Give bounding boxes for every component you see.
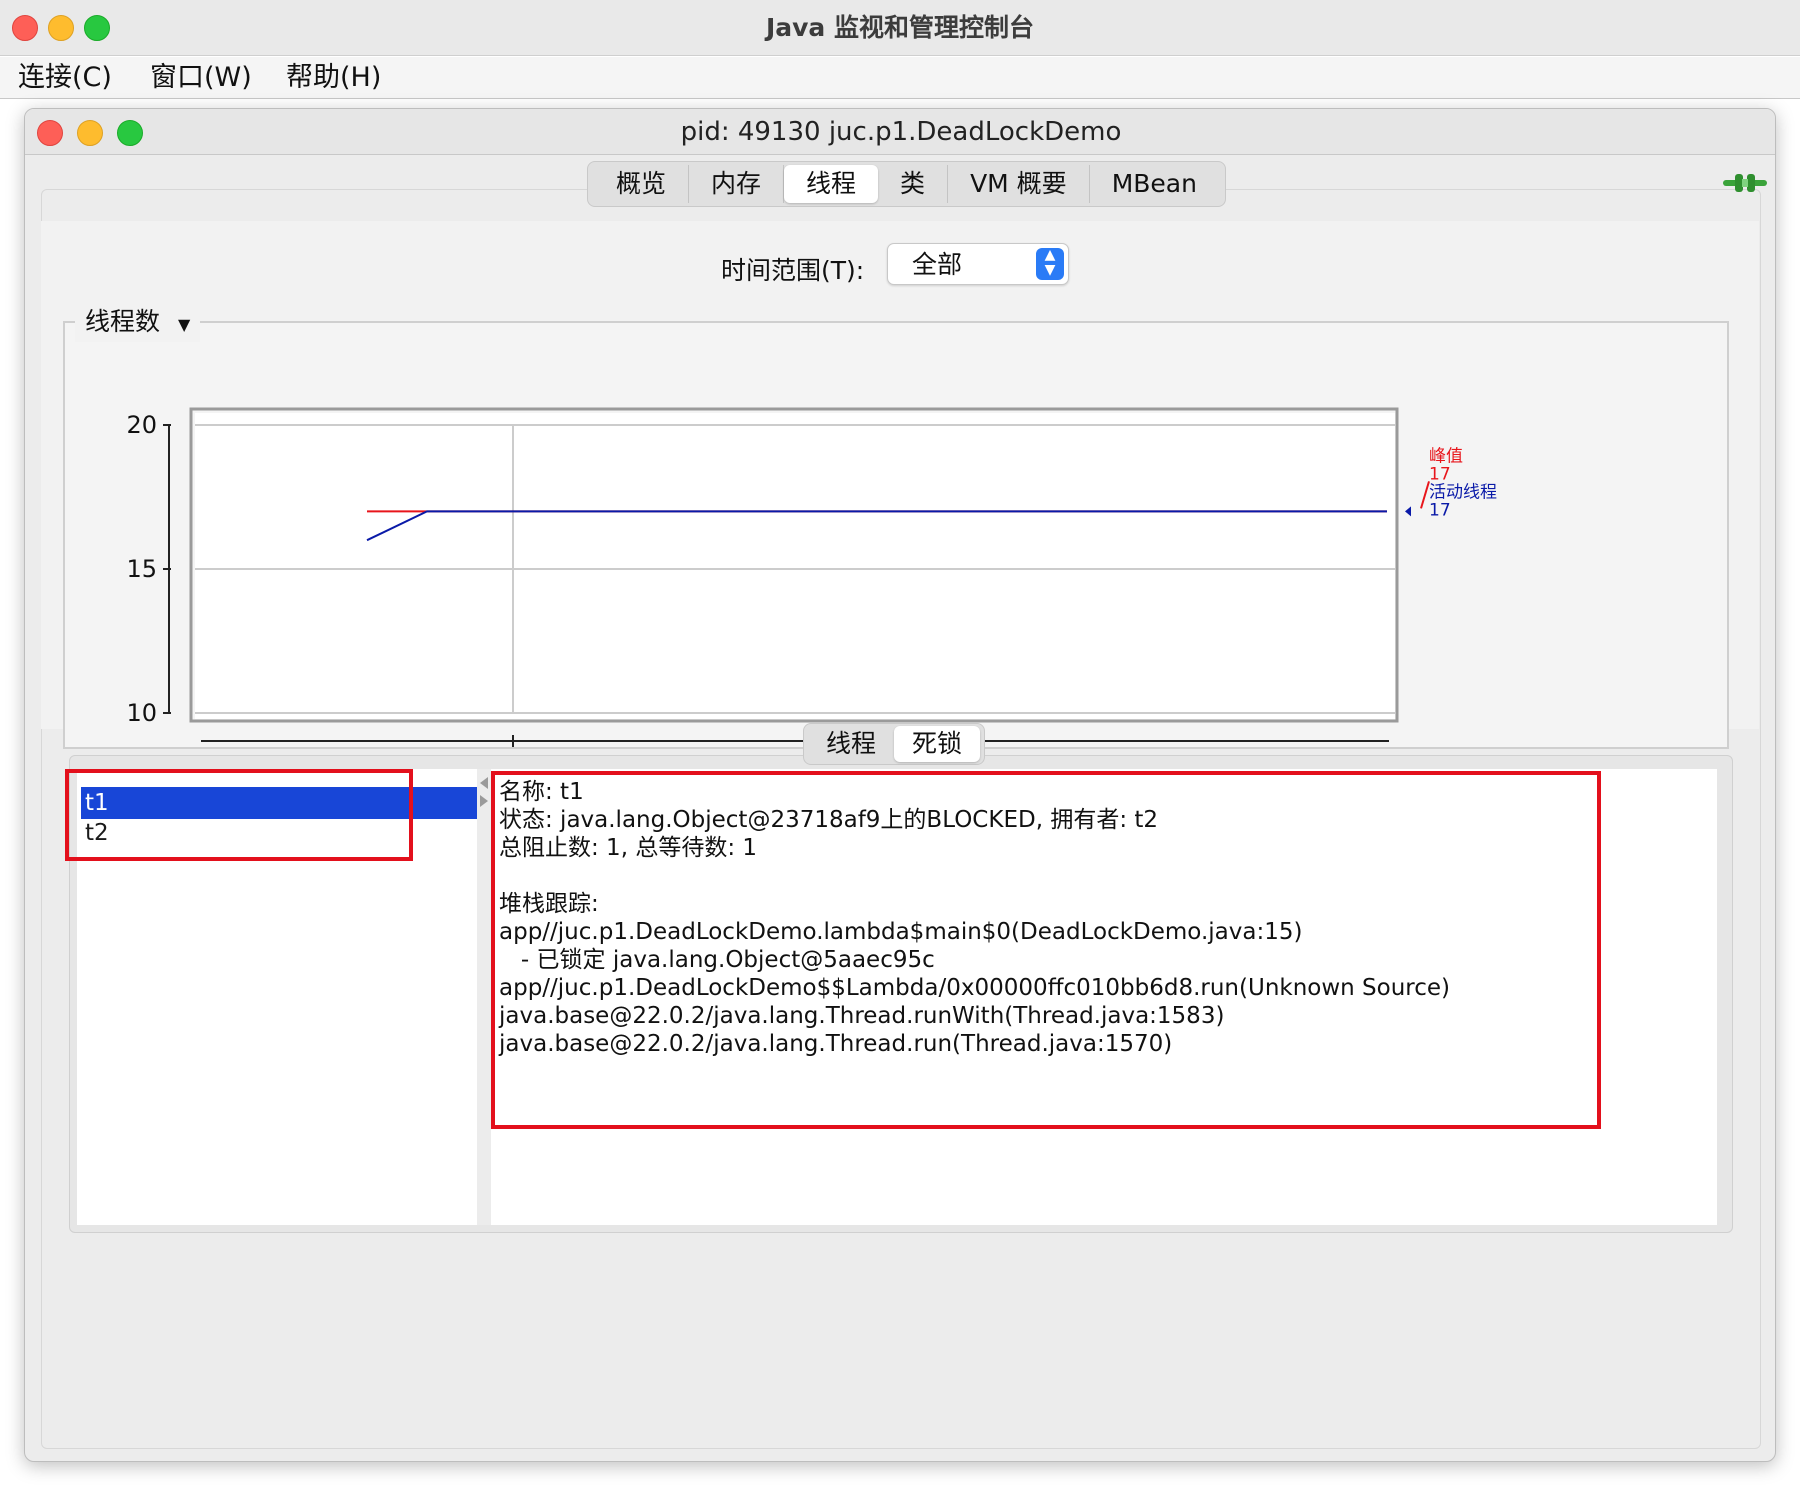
menu-window[interactable]: 窗口(W) bbox=[150, 57, 252, 99]
time-range-label: 时间范围(T): bbox=[721, 256, 865, 285]
split-pane-divider[interactable] bbox=[477, 769, 491, 1225]
y-tick-label: 10 bbox=[126, 699, 157, 727]
tab-overview[interactable]: 概览 bbox=[594, 165, 690, 203]
legend-connector bbox=[1420, 481, 1430, 509]
thread-detail-highlight bbox=[491, 771, 1601, 1129]
frame-title: pid: 49130 juc.p1.DeadLockDemo bbox=[680, 117, 1122, 147]
select-arrows-icon: ▲ ▼ bbox=[1036, 248, 1064, 280]
tab-thread-list[interactable]: 线程 bbox=[808, 726, 894, 762]
thread-count-chart: 20151015:33峰值17活动线程17 bbox=[126, 407, 1497, 747]
tab-classes[interactable]: 类 bbox=[878, 165, 949, 203]
tab-deadlock[interactable]: 死锁 bbox=[894, 726, 981, 762]
internal-frame: pid: 49130 juc.p1.DeadLockDemo 概览 内存 线程 … bbox=[24, 108, 1776, 1462]
tab-mbean[interactable]: MBean bbox=[1090, 165, 1219, 203]
y-tick-label: 15 bbox=[126, 555, 157, 583]
window-title: Java 监视和管理控制台 bbox=[765, 13, 1035, 42]
menu-help[interactable]: 帮助(H) bbox=[286, 57, 381, 99]
legend-active-name: 活动线程 bbox=[1429, 482, 1497, 502]
main-tab-bar: 概览 内存 线程 类 VM 概要 MBean bbox=[587, 161, 1226, 207]
split-arrows-icon bbox=[480, 777, 488, 807]
legend-peak-name: 峰值 bbox=[1429, 446, 1463, 466]
connection-status-icon[interactable] bbox=[1721, 171, 1769, 195]
plot-area bbox=[195, 413, 1395, 719]
menu-bar: 连接(C) 窗口(W) 帮助(H) bbox=[0, 57, 1800, 99]
time-range-value: 全部 bbox=[912, 250, 963, 279]
legend-peak-value: 17 bbox=[1429, 464, 1451, 484]
time-range-select[interactable]: 全部 ▲ ▼ bbox=[887, 243, 1069, 285]
menu-connect[interactable]: 连接(C) bbox=[18, 57, 112, 99]
thread-list-highlight bbox=[65, 769, 413, 861]
detail-tab-bar: 线程 死锁 bbox=[803, 723, 986, 765]
legend-active-value: 17 bbox=[1429, 500, 1451, 520]
tab-threads[interactable]: 线程 bbox=[784, 165, 879, 203]
tab-memory[interactable]: 内存 bbox=[689, 165, 785, 203]
latest-value-marker bbox=[1405, 506, 1411, 517]
tab-vm-summary[interactable]: VM 概要 bbox=[948, 165, 1090, 203]
y-tick-label: 20 bbox=[126, 411, 157, 439]
